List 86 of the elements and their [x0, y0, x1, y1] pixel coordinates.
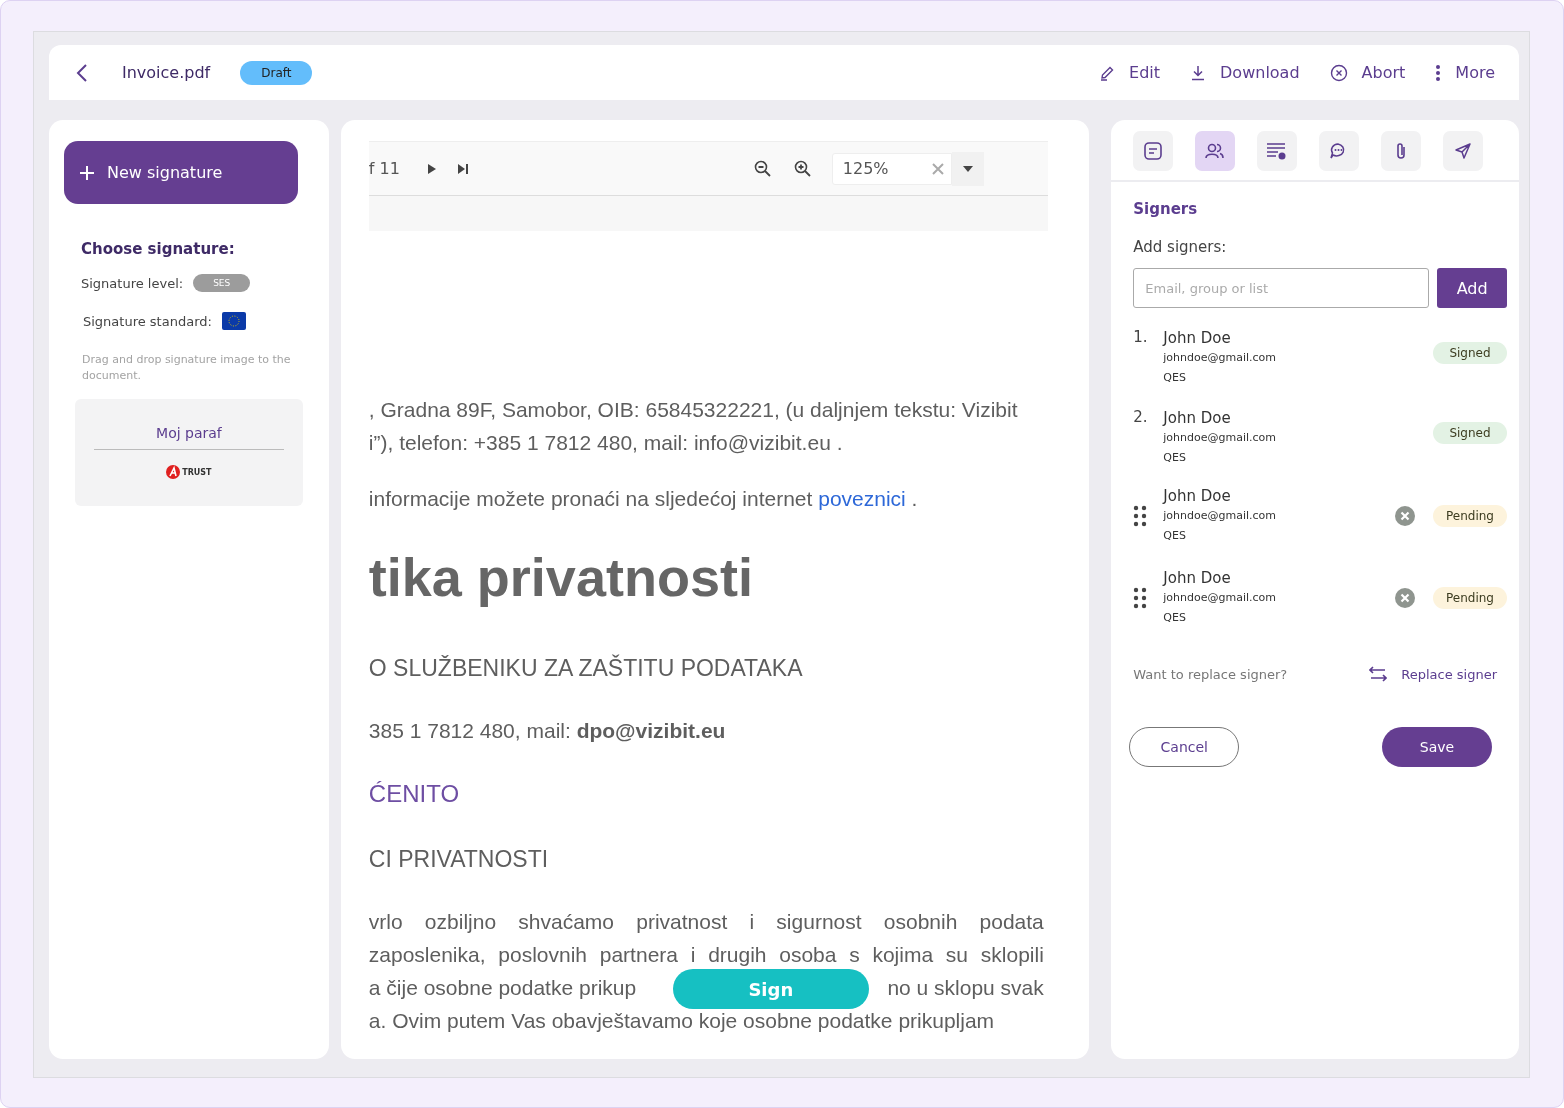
document-heading: CI PRIVATNOSTI: [368, 845, 550, 874]
toolbar-action[interactable]: Abort: [1329, 63, 1406, 82]
back-icon[interactable]: [76, 62, 88, 83]
save-button[interactable]: Save: [1382, 727, 1492, 767]
panel-tab[interactable]: [1319, 131, 1360, 171]
signer-name: John Doe: [1163, 486, 1232, 506]
toolbar-action[interactable]: Edit: [1099, 63, 1161, 82]
status-badge: Signed: [1433, 422, 1507, 444]
drag-handle-icon[interactable]: [1133, 505, 1148, 527]
document-heading: O SLUŽBENIKU ZA ZAŠTITU PODATAKA: [368, 653, 804, 683]
signer-number: 2.: [1133, 408, 1148, 426]
signer-name: John Doe: [1163, 408, 1232, 428]
replace-prompt: Want to replace signer?: [1133, 666, 1288, 682]
panel-tab[interactable]: [1443, 131, 1484, 171]
swap-icon: [1369, 666, 1388, 682]
document-text: a. Ovim putem Vas obavještavamo koje osobne podatke prikupljam: [368, 1008, 996, 1034]
signer-level: QES: [1163, 610, 1187, 626]
new-signature-button[interactable]: New signature: [64, 141, 298, 204]
drag-handle-icon[interactable]: [1133, 587, 1148, 609]
people-icon: [1205, 142, 1226, 160]
close-circle-icon: [1329, 63, 1348, 82]
section-heading: Choose signature:: [81, 240, 236, 258]
logo-text: TRUST: [182, 467, 212, 477]
zoom-out-icon[interactable]: [753, 159, 772, 178]
signer-input-field[interactable]: Email, group or list: [1133, 268, 1430, 308]
document-text: no u sklopu svak: [887, 975, 1044, 1001]
signer-level: QES: [1163, 528, 1187, 544]
panel-tab[interactable]: [1257, 131, 1298, 171]
next-page-icon[interactable]: [427, 163, 436, 174]
download-icon: [1190, 64, 1207, 81]
add-button[interactable]: Add: [1437, 268, 1507, 308]
document-text: zaposlenika, poslovnih partnera i drugih osoba s kojima su sklopili: [368, 942, 1044, 968]
document-link[interactable]: poveznici: [818, 487, 906, 510]
signer-number: 1.: [1133, 328, 1148, 346]
signer-email: johndoe@gmail.com: [1163, 508, 1278, 524]
toolbar-action[interactable]: Download: [1190, 63, 1300, 82]
panel-tab[interactable]: [1195, 131, 1236, 171]
signer-email: johndoe@gmail.com: [1163, 350, 1278, 366]
signature-card[interactable]: Moj paraf TRUST: [75, 399, 303, 506]
signer-email: johndoe@gmail.com: [1163, 430, 1278, 446]
remove-icon[interactable]: [1395, 506, 1415, 526]
remove-icon[interactable]: [1395, 588, 1415, 608]
document-text: , Gradna 89F, Samobor, OIB: 65845322221, (u daljnjem tekstu: Vizibit: [368, 397, 1019, 423]
document-icon: [1143, 141, 1164, 161]
field-label: Add signers:: [1133, 238, 1228, 256]
document-heading: ĆENITO: [368, 779, 461, 809]
signer-level: QES: [1163, 370, 1187, 386]
document-text: informacije možete pronaći na sljedećoj internet poveznici .: [368, 486, 919, 512]
status-badge: Pending: [1433, 505, 1507, 527]
plus-icon: [79, 164, 95, 181]
paperclip-icon: [1395, 141, 1408, 161]
status-badge: Pending: [1433, 587, 1507, 609]
zoom-in-icon[interactable]: [793, 159, 812, 178]
signer-name: John Doe: [1163, 568, 1232, 588]
panel-tab[interactable]: [1133, 131, 1174, 171]
document-text: a čije osobne podatke prikup: [368, 975, 637, 1001]
document-title: tika privatnosti: [368, 547, 754, 607]
status-badge: Signed: [1433, 342, 1507, 364]
signer-name: John Doe: [1163, 328, 1232, 348]
pencil-icon: [1099, 64, 1116, 81]
document-text: 385 1 7812 480, mail: dpo@vizibit.eu: [368, 718, 727, 744]
cancel-button[interactable]: Cancel: [1129, 727, 1240, 767]
more-icon: [1435, 63, 1442, 82]
caret-icon: [962, 165, 973, 172]
send-icon: [1454, 142, 1473, 160]
replace-signer-link[interactable]: Replace signer: [1369, 666, 1497, 682]
toolbar-action[interactable]: More: [1435, 63, 1495, 82]
status-badge: Draft: [240, 60, 313, 85]
hint-text: Drag and drop signature image to the document.: [82, 352, 292, 384]
file-name: Invoice.pdf: [122, 63, 211, 82]
page-count: f 11: [368, 159, 400, 178]
logo-icon: [166, 465, 181, 479]
dropdown-button[interactable]: [951, 151, 984, 186]
zoom-field[interactable]: 125%: [831, 152, 952, 185]
section-title: Signers: [1133, 200, 1199, 218]
level-badge: SES: [193, 274, 251, 292]
field-label: Signature level:: [81, 275, 184, 291]
signer-level: QES: [1163, 450, 1187, 466]
document-text: vrlo ozbiljno shvaćamo privatnost i sigurnost osobnih podata: [368, 909, 1044, 935]
document-text: i”), telefon: +385 1 7812 480, mail: info@vizibit.eu .: [368, 430, 844, 456]
field-label: Signature standard:: [83, 313, 212, 329]
signer-email: johndoe@gmail.com: [1163, 590, 1278, 606]
panel-tab[interactable]: [1381, 131, 1422, 171]
last-page-icon[interactable]: [457, 163, 468, 174]
signature-name: Moj paraf: [94, 425, 284, 450]
eu-flag-icon: [221, 312, 246, 330]
